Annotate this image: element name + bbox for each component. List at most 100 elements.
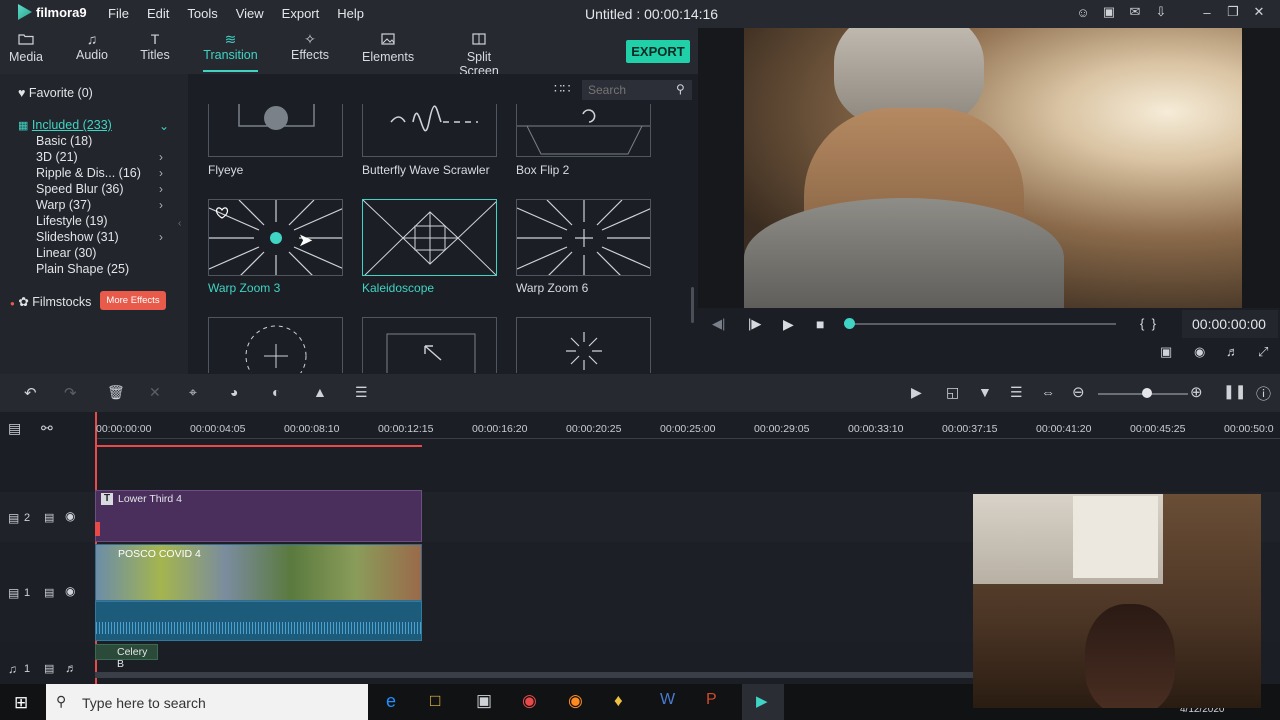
fullscreen-icon[interactable]: ⤢ (1258, 344, 1268, 360)
file-explorer-icon[interactable]: □ (430, 691, 440, 711)
category-plain-shape[interactable]: Plain Shape (25) (36, 262, 129, 276)
export-button[interactable]: EXPORT (626, 40, 690, 63)
edge-icon[interactable]: e (386, 691, 396, 712)
playback-slider[interactable] (850, 323, 1116, 325)
prev-frame-icon[interactable]: ◀| (712, 316, 725, 332)
video-audio-waveform[interactable] (95, 601, 422, 641)
chevron-right-icon[interactable]: › (159, 198, 163, 212)
microphone-icon[interactable]: ▼ (978, 384, 992, 400)
crop-icon[interactable]: ⌖ (189, 384, 197, 401)
chevron-right-icon[interactable]: › (159, 182, 163, 196)
tab-transition[interactable]: ≋ Transition (203, 30, 258, 72)
close-icon[interactable]: ✕ (1252, 4, 1266, 20)
category-lifestyle[interactable]: Lifestyle (19) (36, 214, 108, 228)
category-speed-blur[interactable]: Speed Blur (36) (36, 182, 124, 196)
undo-icon[interactable]: ↶ (24, 384, 37, 402)
menu-export[interactable]: Export (282, 6, 320, 21)
category-warp[interactable]: Warp (37) (36, 198, 91, 212)
included-category[interactable]: ▦ Included (233) (18, 118, 112, 132)
download-icon[interactable]: ⇩ (1154, 4, 1168, 20)
lock-icon[interactable]: ▤ (44, 586, 54, 599)
tab-media[interactable]: Media (8, 30, 44, 64)
title-clip[interactable]: T Lower Third 4 (95, 490, 422, 542)
lock-icon[interactable]: ▤ (44, 511, 54, 524)
speed-icon[interactable]: ◕ (230, 384, 238, 400)
zoom-out-icon[interactable]: ⊖ (1072, 383, 1085, 401)
tab-titles[interactable]: T Titles (139, 30, 171, 62)
chrome-icon[interactable]: ◉ (522, 691, 537, 711)
color-icon[interactable]: ◐ (272, 384, 280, 400)
cut-icon[interactable]: ✕ (149, 384, 161, 401)
transition-thumb-butterfly[interactable] (362, 104, 497, 157)
transition-thumb-kaleidoscope[interactable] (362, 199, 497, 276)
playhead-handle[interactable] (844, 318, 855, 329)
play-frame-icon[interactable]: |▶ (748, 316, 761, 332)
transition-thumb[interactable] (208, 317, 343, 373)
firefox-icon[interactable]: ◉ (568, 691, 583, 711)
transition-thumb-warp-zoom-6[interactable] (516, 199, 651, 276)
transition-thumb-flyeye[interactable] (208, 104, 343, 157)
redo-icon[interactable]: ↷ (64, 384, 77, 402)
filmstocks-category[interactable]: ● ✿ Filmstocks (10, 294, 91, 309)
menu-file[interactable]: File (108, 6, 129, 21)
render-icon[interactable]: ▶ (911, 384, 922, 401)
display-settings-icon[interactable]: ▣ (1160, 344, 1172, 360)
filmora-taskbar-button[interactable]: ▶ (742, 684, 784, 720)
link-icon[interactable]: ⚯ (41, 420, 53, 437)
chevron-right-icon[interactable]: › (159, 150, 163, 164)
save-icon[interactable]: ▣ (1102, 4, 1116, 20)
collapse-panel-icon[interactable]: ‹ (178, 218, 181, 229)
audio-clip[interactable]: Celery B (95, 644, 158, 670)
category-ripple[interactable]: Ripple & Dis... (16) (36, 166, 141, 180)
store-icon[interactable]: ▣ (476, 691, 492, 711)
windows-start-icon[interactable]: ⊞ (14, 693, 28, 713)
fit-icon[interactable]: ⇔ (1041, 384, 1055, 400)
transition-thumb[interactable] (516, 317, 651, 373)
powerpoint-icon[interactable]: P (706, 691, 717, 709)
scrollbar[interactable] (691, 287, 694, 323)
lock-icon[interactable]: ▤ (44, 662, 54, 675)
video-clip[interactable]: POSCO COVID 4 (95, 544, 422, 601)
play-icon[interactable]: ▶ (783, 316, 794, 333)
category-linear[interactable]: Linear (30) (36, 246, 96, 260)
category-3d[interactable]: 3D (21) (36, 150, 78, 164)
green-screen-icon[interactable]: ▲ (313, 384, 327, 400)
eye-icon[interactable]: ◉ (65, 509, 75, 523)
horizontal-scrollbar[interactable] (95, 672, 973, 678)
speaker-icon[interactable]: ♬ (65, 661, 77, 675)
chevron-right-icon[interactable]: › (159, 166, 163, 180)
voiceover-icon[interactable]: ☰ (1010, 384, 1023, 401)
zoom-slider-handle[interactable] (1142, 388, 1152, 398)
word-icon[interactable]: W (660, 691, 675, 709)
chevron-right-icon[interactable]: › (159, 230, 163, 244)
tab-effects[interactable]: ✧ Effects (290, 30, 330, 62)
tab-split-screen[interactable]: Split Screen (447, 30, 511, 78)
help-icon[interactable]: ⓘ (1256, 383, 1271, 404)
account-icon[interactable]: ☺ (1076, 5, 1090, 20)
menu-view[interactable]: View (236, 6, 264, 21)
maximize-icon[interactable]: ❐ (1226, 4, 1240, 20)
mark-in-out-icon[interactable]: { } (1140, 316, 1156, 331)
transition-thumb[interactable] (362, 317, 497, 373)
grid-view-icon[interactable]: ∷∷ (554, 81, 571, 97)
tab-audio[interactable]: ♫ Audio (74, 30, 110, 62)
menu-help[interactable]: Help (337, 6, 364, 21)
transition-thumb-warp-zoom-3[interactable] (208, 199, 343, 276)
marker-icon[interactable]: ◱ (946, 384, 959, 401)
search-icon[interactable]: ⚲ (676, 82, 685, 96)
tab-elements[interactable]: Elements (362, 30, 414, 64)
category-basic[interactable]: Basic (18) (36, 134, 92, 148)
mail-icon[interactable]: ✉ (1128, 4, 1142, 20)
more-effects-button[interactable]: More Effects (100, 291, 166, 310)
delete-icon[interactable]: 🗑 (107, 384, 125, 401)
minimize-icon[interactable]: – (1200, 5, 1214, 20)
category-slideshow[interactable]: Slideshow (31) (36, 230, 119, 244)
snapshot-icon[interactable]: ◉ (1194, 344, 1205, 360)
menu-edit[interactable]: Edit (147, 6, 169, 21)
pause-layout-icon[interactable]: ❚❚ (1223, 383, 1246, 400)
zoom-in-icon[interactable]: ⊕ (1190, 383, 1203, 401)
favorite-category[interactable]: ♥ Favorite (0) (18, 86, 93, 100)
eye-icon[interactable]: ◉ (65, 584, 75, 598)
volume-icon[interactable]: ♬ (1226, 344, 1239, 359)
add-track-icon[interactable]: ▤ (8, 420, 21, 437)
